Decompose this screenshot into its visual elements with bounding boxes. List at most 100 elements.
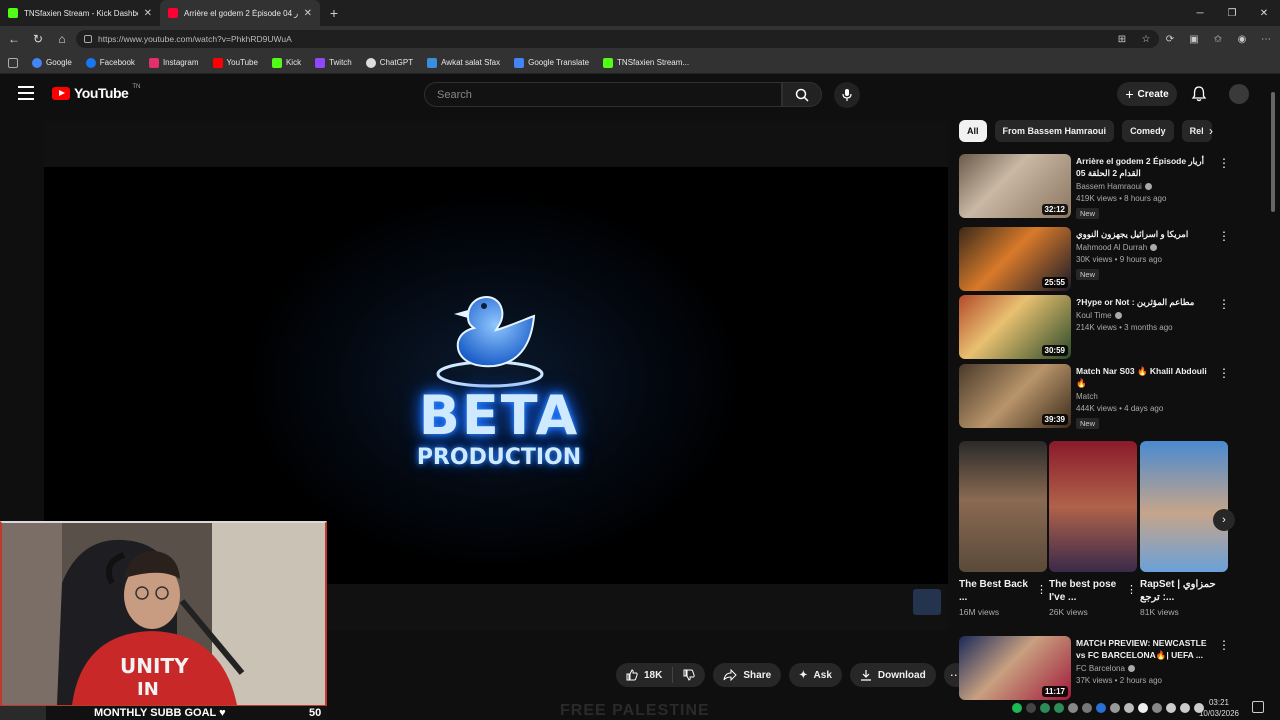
microphone-icon[interactable] bbox=[1138, 703, 1148, 713]
dislike-button[interactable] bbox=[673, 669, 705, 681]
download-button[interactable]: Download bbox=[849, 663, 936, 687]
search-button[interactable] bbox=[782, 82, 822, 107]
video-thumbnail[interactable]: 11:17 bbox=[959, 636, 1071, 700]
headphones-icon[interactable] bbox=[1068, 703, 1078, 713]
video-title[interactable]: MATCH PREVIEW: NEWCASTLE vs FC BARCELONA… bbox=[1076, 637, 1214, 661]
minimize-icon[interactable]: ─ bbox=[1184, 0, 1216, 26]
short-item[interactable]: RapSet | حمزاوي : ترجع... 81K views bbox=[1140, 441, 1228, 617]
video-thumbnail[interactable]: 39:39 bbox=[959, 364, 1071, 428]
tray-app-icon[interactable] bbox=[1040, 703, 1050, 713]
video-title[interactable]: Match Nar S03 🔥 Khalil Abdouli 🔥 bbox=[1076, 365, 1214, 389]
tab-kick-dashboard[interactable]: TNSfaxien Stream - Kick Dashboar ✕ bbox=[0, 0, 160, 26]
system-clock[interactable]: 03:21 10/03/2026 bbox=[1198, 697, 1240, 719]
home-icon[interactable]: ⌂ bbox=[50, 26, 74, 52]
share-button[interactable]: Share bbox=[713, 663, 782, 687]
url-field[interactable]: https://www.youtube.com/watch?v=PhkhRD9U… bbox=[76, 30, 1159, 48]
bookmark-kick[interactable]: Kick bbox=[271, 57, 301, 68]
short-item[interactable]: The best pose I've ... 26K views ⋮ bbox=[1049, 441, 1137, 617]
bookmark-youtube[interactable]: YouTube bbox=[212, 57, 258, 68]
tray-app-icon[interactable] bbox=[1026, 703, 1036, 713]
usb-icon[interactable] bbox=[1110, 703, 1120, 713]
shorts-next-button[interactable]: › bbox=[1213, 509, 1235, 531]
bookmark-awkat-salat[interactable]: Awkat salat Sfax bbox=[427, 57, 500, 68]
end-card-thumbnail[interactable] bbox=[913, 589, 941, 615]
list-item[interactable]: 30:59 ?Hype or Not : مطاعم المؤثرين Koul… bbox=[959, 295, 1230, 359]
more-options-icon[interactable]: ⋮ bbox=[1218, 156, 1230, 170]
channel-name[interactable]: Mahmood Al Durrah bbox=[1076, 243, 1147, 252]
maximize-icon[interactable]: ❐ bbox=[1216, 0, 1248, 26]
chip-comedy[interactable]: Comedy bbox=[1122, 120, 1174, 142]
bookmark-tnsfaxien-stream[interactable]: TNSfaxien Stream... bbox=[603, 57, 689, 68]
close-tab-icon[interactable]: ✕ bbox=[304, 8, 312, 19]
short-thumbnail[interactable] bbox=[1140, 441, 1228, 572]
close-tab-icon[interactable]: ✕ bbox=[144, 8, 152, 19]
tray-app-icon[interactable] bbox=[1096, 703, 1106, 713]
bookmark-twitch[interactable]: Twitch bbox=[315, 57, 352, 68]
video-title[interactable]: امريكا و اسرائيل يجهزون النووي bbox=[1076, 228, 1214, 240]
list-item[interactable]: 11:17 MATCH PREVIEW: NEWCASTLE vs FC BAR… bbox=[959, 636, 1230, 700]
channel-name[interactable]: Bassem Hamraoui bbox=[1076, 182, 1142, 191]
more-options-icon[interactable]: ⋮ bbox=[1218, 229, 1230, 243]
short-title[interactable]: RapSet | حمزاوي : ترجع... bbox=[1140, 578, 1216, 604]
chip-all[interactable]: All bbox=[959, 120, 987, 142]
notifications-icon[interactable] bbox=[1252, 701, 1264, 713]
tray-app-icon[interactable] bbox=[1124, 703, 1134, 713]
favorites-icon[interactable]: ✩ bbox=[1210, 34, 1226, 45]
reload-icon[interactable]: ↻ bbox=[26, 26, 50, 52]
more-menu-icon[interactable]: ⋯ bbox=[1258, 34, 1274, 45]
more-options-icon[interactable]: ⋮ bbox=[1036, 583, 1047, 596]
app-install-icon[interactable]: ⊞ bbox=[1114, 34, 1130, 45]
search-input[interactable]: Search bbox=[424, 82, 782, 107]
extensions-icon[interactable]: ⟳ bbox=[1162, 34, 1178, 45]
voice-search-button[interactable] bbox=[834, 82, 860, 108]
short-item[interactable]: The Best Back ... 16M views ⋮ bbox=[959, 441, 1047, 617]
channel-name[interactable]: Match bbox=[1076, 392, 1098, 401]
tray-app-icon[interactable] bbox=[1082, 703, 1092, 713]
sidebar-icon[interactable]: ▣ bbox=[1186, 34, 1202, 45]
youtube-logo[interactable]: YouTube TN bbox=[52, 84, 140, 101]
list-item[interactable]: 25:55 امريكا و اسرائيل يجهزون النووي Mah… bbox=[959, 227, 1230, 291]
list-item[interactable]: 32:12 Arrière el godem 2 Épisode أريار ا… bbox=[959, 154, 1230, 219]
security-icon[interactable] bbox=[1152, 703, 1162, 713]
new-tab-button[interactable]: + bbox=[320, 0, 348, 26]
account-avatar[interactable] bbox=[1229, 84, 1249, 104]
back-icon[interactable]: ← bbox=[2, 26, 26, 52]
short-thumbnail[interactable] bbox=[1049, 441, 1137, 572]
bookmark-google[interactable]: Google bbox=[32, 57, 72, 68]
video-thumbnail[interactable]: 30:59 bbox=[959, 295, 1071, 359]
more-options-icon[interactable]: ⋮ bbox=[1126, 583, 1137, 596]
notifications-bell-icon[interactable] bbox=[1190, 85, 1208, 103]
spotify-icon[interactable] bbox=[1012, 703, 1022, 713]
video-thumbnail[interactable]: 32:12 bbox=[959, 154, 1071, 218]
close-window-icon[interactable]: ✕ bbox=[1248, 0, 1280, 26]
channel-name[interactable]: Koul Time bbox=[1076, 311, 1112, 320]
tray-app-icon[interactable] bbox=[1054, 703, 1064, 713]
ask-button[interactable]: ✦ Ask bbox=[789, 663, 842, 687]
video-title[interactable]: Arrière el godem 2 Épisode أريار القدام … bbox=[1076, 155, 1214, 179]
page-scrollbar[interactable] bbox=[1270, 82, 1276, 712]
short-title[interactable]: The Best Back ... bbox=[959, 578, 1035, 604]
list-item[interactable]: 39:39 Match Nar S03 🔥 Khalil Abdouli 🔥 M… bbox=[959, 364, 1230, 429]
channel-name[interactable]: FC Barcelona bbox=[1076, 664, 1125, 673]
short-thumbnail[interactable] bbox=[959, 441, 1047, 572]
menu-icon[interactable] bbox=[18, 86, 34, 100]
bookmarks-toggle-icon[interactable] bbox=[8, 57, 18, 68]
like-button[interactable]: 18K bbox=[616, 667, 674, 683]
bookmark-facebook[interactable]: Facebook bbox=[85, 57, 135, 68]
profile-icon[interactable]: ◉ bbox=[1234, 34, 1250, 45]
tab-youtube-video[interactable]: Arrière el godem 2 Épisode 04 أر ✕ bbox=[160, 0, 320, 26]
short-title[interactable]: The best pose I've ... bbox=[1049, 578, 1125, 604]
favorite-star-icon[interactable]: ☆ bbox=[1138, 34, 1154, 45]
chip-from-channel[interactable]: From Bassem Hamraoui bbox=[994, 120, 1115, 142]
more-options-icon[interactable]: ⋮ bbox=[1218, 297, 1230, 311]
video-title[interactable]: ?Hype or Not : مطاعم المؤثرين bbox=[1076, 296, 1214, 308]
more-options-icon[interactable]: ⋮ bbox=[1218, 638, 1230, 652]
more-options-icon[interactable]: ⋮ bbox=[1218, 366, 1230, 380]
display-icon[interactable] bbox=[1166, 703, 1176, 713]
chevron-right-icon[interactable]: › bbox=[1204, 124, 1218, 138]
network-icon[interactable] bbox=[1180, 703, 1190, 713]
video-thumbnail[interactable]: 25:55 bbox=[959, 227, 1071, 291]
bookmark-instagram[interactable]: Instagram bbox=[148, 57, 199, 68]
bookmark-google-translate[interactable]: Google Translate bbox=[514, 57, 589, 68]
bookmark-chatgpt[interactable]: ChatGPT bbox=[365, 57, 413, 68]
